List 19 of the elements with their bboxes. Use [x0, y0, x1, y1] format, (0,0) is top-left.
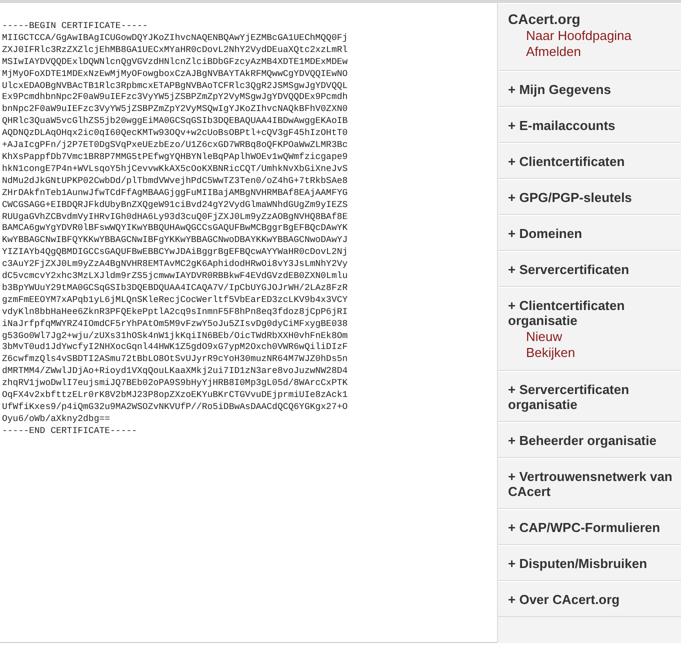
menu-link[interactable]: Nieuw: [526, 329, 673, 345]
menu-heading[interactable]: + Servercertificaten organisatie: [508, 382, 673, 412]
menu-link[interactable]: Naar Hoofdpagina: [526, 28, 673, 44]
menu-heading[interactable]: + Mijn Gegevens: [508, 82, 673, 97]
menu-heading[interactable]: + Vertrouwensnetwerk van CAcert: [508, 469, 673, 499]
certificate-text: -----BEGIN CERTIFICATE----- MIIGCTCCA/GgAwIBAgICUGowDQYJKoZIhvcNAQENBQAwYjEZMBcGA1UEChMQQ0Fj ZXJ0IFRlc3RzZXZlcjEhMB8GA1UECxMYaHR0cDovL2NhY2VydDEuaXQtc2xzLmRl MSIwIAYDVQQDExlDQWNlcnQgVGVzdHNlcnZlciBDbGFzcyAzMB4XDTE1MDExMDEw MjMyOFoXDTE1MDExNzEwMjMyOFowgboxCzAJBgNVBAYTAkRFMQwwCgYDVQQIEwNO UlcxEDAOBgNVBAcTB1Rlc3RpbmcxETAPBgNVBAoTCFRlc3QgR2JSMSgwJgYDVQQL Ex9PcmdhbnNpc2F0aW9uIEFzc3VyYW5jZSBPZmZpY2VyMSgwJgYDVQQDEx9Pcmdh bnNpc2F0aW9uIEFzc3VyYW5jZSBPZmZpY2VyMSQwIgYJKoZIhvcNAQkBFhV0ZXN0 QHRlc3QuaW5vcGlhZS5jb20wggEiMA0GCSqGSIb3DQEBAQUAA4IBDwAwggEKAoIB AQDNQzDLAqOHqx2ic0qI60QecKMTw93OQv+w2cUoBsOBPtl+cQV3gF45hIzOHtT0 +AJaIcgPFn/j2P7ET0DgSVqPxeUEzbEzo/U1Z6cxGD7WRBq8oQFKPOaWwZLMR3Bc KhXsPappfDb7Vmc1BR8P7MMG5tPEfwgYQHBYNleBqPAplhWOEv1wQWmfzicgape9 hkN1congE7P4n+WVLsqoY5hjCevvwKkAX5cOoKXBNRicCQT/UmhkNvXbGiXneJvS NdMu2dJkGNtUPKP02CwbDd/plTbmdVWvejhPdC5WwTZ3Ten0/oZ4hG+7tRkbSAe8 ZHrDAkfnTeb1AunwJfwTCdFfAgMBAAGjggFuMIIBajAMBgNVHRMBAf8EAjAAMFYG CWCGSAGG+EIBDQRJFkdUbyBnZXQgeW91ciBvd24gY2VydGlmaWNhdGUgZm9yIEZS RUUgaGVhZCBvdmVyIHRvIGh0dHA6Ly93d3cuQ0FjZXJ0Lm9yZzAOBgNVHQ8BAf8E BAMCA6gwYgYDVR0lBFswWQYIKwYBBQUHAwQGCCsGAQUFBwMCBggrBgEFBQcDAwYK KwYBBAGCNwIBFQYKKwYBBAGCNwIBFgYKKwYBBAGCNwoDBAYKKwYBBAGCNwoDAwYJ YIZIAYb4QgQBMDIGCCsGAQUFBwEBBCYwJDAiBggrBgEFBQcwAYYWaHR0cDovL2Nj c3AuY2FjZXJ0Lm9yZzA4BgNVHR8EMTAvMC2gK6AphidodHRwOi8vY3JsLmNhY2Vy dC5vcmcvY2xhc3MzLXJldm9rZS5jcmwwIAYDVR0RBBkwF4EVdGVzdEB0ZXN0Lmlu b3BpYWUuY29tMA0GCSqGSIb3DQEBDQUAA4ICAQA7V/IpCbUYGJOJrWH/2LAz8FzR gzmFmEEOYM7xAPqb1yL6jMLQnSKleRecjCocWerltf5VbEarED3zcLKV9b4x3VCY vdyKln8bbHaHee6ZknR3PFQEkePptlA2cq9sInmnF5F8hPn8eq3fdoz8jCpP6jRI iNaJrfpfqMWYRZ4IOmdCF5rYhPAtOm5M9vFzwY5oJu5ZIsvDg0dyCiMFxygBE038 g53Go0Wl7Jg2+wju/zUXs31hOSk4nW1jkKqiIN6BEb/OicTWdRbXXH0vhFnEk8Om 3bMvT0ud1JdYwcfyI2NHXocGqnl44HWK1Z5gdO9xG7ypM2Oxch0VWR6wQiliDIzF Z6cwfmzQls4vSBDTI2ASmu72tBbLO8OtSvUJyrR9cYoH30muzNR64M7WJZ0hDs5n dMRTMM4/ZWwlJDjAo+Rioyd1VXqQouLKaaXMkj2ui7ID1zN3are8voJuzwNW28D4 zhqRV1jwoDwlI7eujsmiJQ7BEb02oPA9S9bHyYjHRB8I0Mp3gL05d/8WArcCxPTK OqFX4v2xbfttzELr0rK8V2bMJ23P8opZXzoEKYuBKrCTGVvuDEjprmiUIe8zAck1 UfWfiKxes9/p4iQmG32u9MA2WSOZvNKVUfP//Ro5iDBwAsDAACdQCQ6YGKgx27+O Oyu6/oWb/aXkny2dbg== -----END CERTIFICATE-----: [2, 21, 349, 438]
menu-link[interactable]: Afmelden: [526, 44, 673, 60]
menu-heading[interactable]: + Over CAcert.org: [508, 592, 673, 607]
menu-heading[interactable]: + Clientcertificaten: [508, 154, 673, 169]
menu-heading[interactable]: + Servercertificaten: [508, 262, 673, 277]
menu-heading[interactable]: + Domeinen: [508, 226, 673, 241]
menu-heading[interactable]: + E-mailaccounts: [508, 118, 673, 133]
menu-heading[interactable]: + CAP/WPC-Formulieren: [508, 520, 673, 535]
menu-heading[interactable]: + Disputen/Misbruiken: [508, 556, 673, 571]
menu-heading[interactable]: + GPG/PGP-sleutels: [508, 190, 673, 205]
menu-heading[interactable]: + Beheerder organisatie: [508, 433, 673, 448]
menu-heading[interactable]: CAcert.org: [508, 12, 673, 27]
menu-heading[interactable]: + Clientcertificaten organisatie: [508, 298, 673, 328]
menu-link[interactable]: Bekijken: [526, 345, 673, 361]
